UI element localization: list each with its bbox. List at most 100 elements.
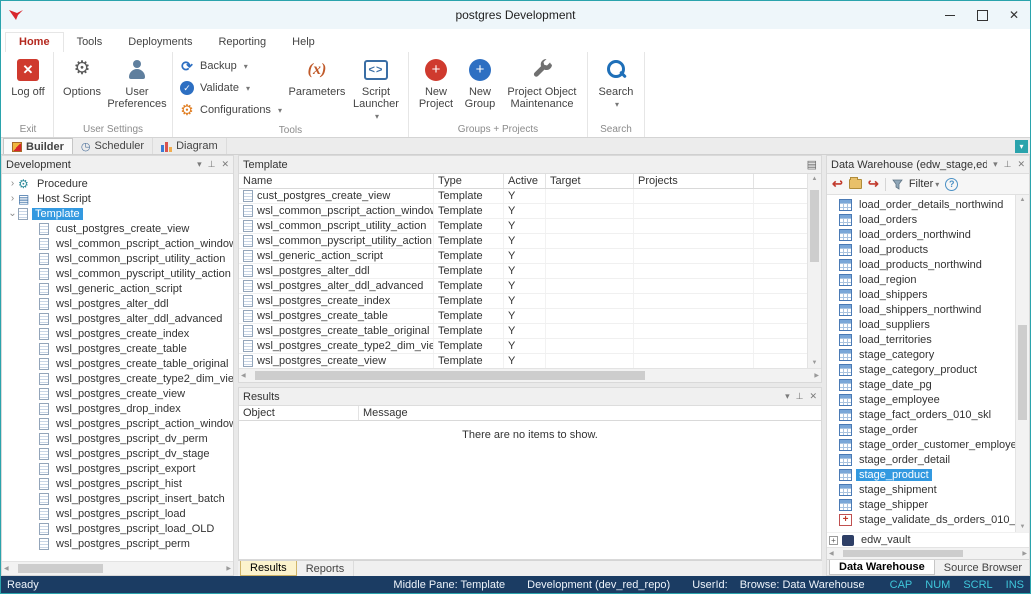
scroll-right-icon[interactable]: [1022, 551, 1027, 557]
object-tree-item[interactable]: load_products_northwind: [827, 257, 1015, 272]
template-tree-item[interactable]: cust_postgres_create_view: [2, 221, 233, 236]
template-tree-item[interactable]: wsl_postgres_pscript_dv_perm: [2, 431, 233, 446]
object-tree-item[interactable]: load_order_details_northwind: [827, 197, 1015, 212]
template-tree-item[interactable]: wsl_postgres_pscript_load: [2, 506, 233, 521]
table-row[interactable]: wsl_postgres_create_table Template Y: [239, 309, 807, 324]
object-tree-item[interactable]: load_orders_northwind: [827, 227, 1015, 242]
template-tree-item[interactable]: wsl_postgres_create_type2_dim_view: [2, 371, 233, 386]
column-header-projects[interactable]: Projects: [634, 174, 754, 188]
configurations-button[interactable]: Configurations: [179, 102, 282, 118]
object-tree-item[interactable]: stage_shipment: [827, 482, 1015, 497]
left-horizontal-scrollbar[interactable]: [2, 561, 233, 575]
browser-vertical-scrollbar[interactable]: [1015, 195, 1029, 532]
validate-button[interactable]: Validate: [179, 80, 282, 96]
table-row[interactable]: wsl_postgres_create_index Template Y: [239, 294, 807, 309]
tab-results[interactable]: Results: [240, 561, 297, 576]
table-row[interactable]: wsl_common_pyscript_utility_action Templ…: [239, 234, 807, 249]
pin-icon[interactable]: [208, 159, 216, 170]
object-tree-item[interactable]: stage_product: [827, 467, 1015, 482]
scroll-down-icon[interactable]: [1020, 524, 1026, 530]
column-header-object[interactable]: Object: [239, 406, 359, 420]
scrollbar-thumb[interactable]: [18, 564, 103, 573]
object-tree-item[interactable]: stage_validate_ds_orders_010_v: [827, 512, 1015, 527]
tab-source-browser[interactable]: Source Browser: [935, 560, 1031, 575]
parameters-button[interactable]: Parameters: [286, 53, 348, 123]
scroll-left-icon[interactable]: [4, 566, 9, 572]
user-preferences-button[interactable]: User Preferences: [106, 53, 168, 122]
panel-menu-icon[interactable]: [785, 391, 790, 402]
scroll-right-icon[interactable]: [814, 373, 819, 379]
template-tree-item[interactable]: wsl_common_pscript_action_windows: [2, 236, 233, 251]
template-tree-item[interactable]: wsl_postgres_create_table: [2, 341, 233, 356]
table-row[interactable]: cust_postgres_create_view Template Y: [239, 189, 807, 204]
column-header-type[interactable]: Type: [434, 174, 504, 188]
template-tree-item[interactable]: wsl_postgres_pscript_export: [2, 461, 233, 476]
table-row[interactable]: wsl_postgres_alter_ddl Template Y: [239, 264, 807, 279]
object-tree-item[interactable]: stage_category: [827, 347, 1015, 362]
tab-tools[interactable]: Tools: [64, 33, 116, 52]
template-tree-item[interactable]: wsl_common_pyscript_utility_action: [2, 266, 233, 281]
tree-item-host-script[interactable]: Host Script: [2, 191, 233, 206]
object-tree-item[interactable]: stage_employee: [827, 392, 1015, 407]
scroll-right-icon[interactable]: [226, 566, 231, 572]
folder-icon[interactable]: [849, 179, 862, 189]
template-tree-item[interactable]: wsl_postgres_alter_ddl_advanced: [2, 311, 233, 326]
object-tree-item[interactable]: stage_order_detail: [827, 452, 1015, 467]
filter-button[interactable]: Filter: [909, 178, 939, 190]
object-tree-item[interactable]: load_region: [827, 272, 1015, 287]
tab-data-warehouse[interactable]: Data Warehouse: [829, 560, 935, 575]
column-header-target[interactable]: Target: [546, 174, 634, 188]
scroll-up-icon[interactable]: [812, 176, 818, 182]
template-tree-item[interactable]: wsl_postgres_create_table_original: [2, 356, 233, 371]
tree-item-template[interactable]: Template: [2, 206, 233, 221]
new-group-button[interactable]: New Group: [459, 53, 501, 122]
refresh-forward-icon[interactable]: [868, 176, 879, 192]
template-tree-item[interactable]: wsl_postgres_drop_index: [2, 401, 233, 416]
tree-item-procedure[interactable]: Procedure: [2, 176, 233, 191]
log-off-button[interactable]: Log off: [7, 53, 49, 122]
new-project-button[interactable]: New Project: [413, 53, 459, 122]
template-tree-item[interactable]: wsl_postgres_pscript_hist: [2, 476, 233, 491]
scrollbar-thumb[interactable]: [1018, 325, 1027, 420]
scroll-down-icon[interactable]: [812, 360, 818, 366]
browser-horizontal-scrollbar[interactable]: [827, 547, 1029, 559]
table-row[interactable]: wsl_postgres_alter_ddl_advanced Template…: [239, 279, 807, 294]
close-icon[interactable]: [809, 391, 817, 402]
tab-help[interactable]: Help: [279, 33, 328, 52]
column-header-message[interactable]: Message: [359, 406, 821, 420]
tab-reporting[interactable]: Reporting: [205, 33, 279, 52]
tree-item-edw-vault[interactable]: edw_vault: [827, 532, 1029, 547]
scroll-left-icon[interactable]: [829, 551, 834, 557]
scrollbar-thumb[interactable]: [810, 190, 819, 262]
template-horizontal-scrollbar[interactable]: [239, 368, 821, 382]
object-tree-item[interactable]: stage_order: [827, 422, 1015, 437]
template-tree-item[interactable]: wsl_postgres_alter_ddl: [2, 296, 233, 311]
template-tree-item[interactable]: wsl_postgres_pscript_perm: [2, 536, 233, 551]
scroll-up-icon[interactable]: [1020, 197, 1026, 203]
tab-scheduler[interactable]: Scheduler: [73, 138, 153, 154]
template-vertical-scrollbar[interactable]: [807, 174, 821, 368]
template-tree-item[interactable]: wsl_postgres_pscript_load_OLD: [2, 521, 233, 536]
scrollbar-thumb[interactable]: [255, 371, 645, 380]
search-button[interactable]: Search: [592, 53, 640, 122]
tab-home[interactable]: Home: [5, 32, 64, 52]
object-tree-item[interactable]: stage_fact_orders_010_skl: [827, 407, 1015, 422]
table-row[interactable]: wsl_postgres_create_type2_dim_view Templ…: [239, 339, 807, 354]
expand-plus-icon[interactable]: [829, 536, 838, 545]
backup-button[interactable]: Backup: [179, 58, 282, 74]
tab-deployments[interactable]: Deployments: [115, 33, 205, 52]
filter-funnel-icon[interactable]: [892, 179, 903, 190]
expander-icon[interactable]: [7, 208, 18, 219]
minimize-button[interactable]: [934, 1, 966, 29]
table-row[interactable]: wsl_common_pscript_utility_action Templa…: [239, 219, 807, 234]
tab-builder[interactable]: Builder: [3, 138, 73, 154]
object-tree-item[interactable]: load_products: [827, 242, 1015, 257]
tab-diagram[interactable]: Diagram: [153, 138, 227, 154]
template-tree-item[interactable]: wsl_postgres_pscript_action_windows: [2, 416, 233, 431]
object-tree-item[interactable]: load_suppliers: [827, 317, 1015, 332]
object-tree-item[interactable]: load_shippers: [827, 287, 1015, 302]
close-button[interactable]: [998, 1, 1030, 29]
panel-menu-icon[interactable]: [993, 159, 998, 170]
dock-dropdown-button[interactable]: [1015, 140, 1028, 153]
pin-icon[interactable]: [1004, 159, 1012, 170]
